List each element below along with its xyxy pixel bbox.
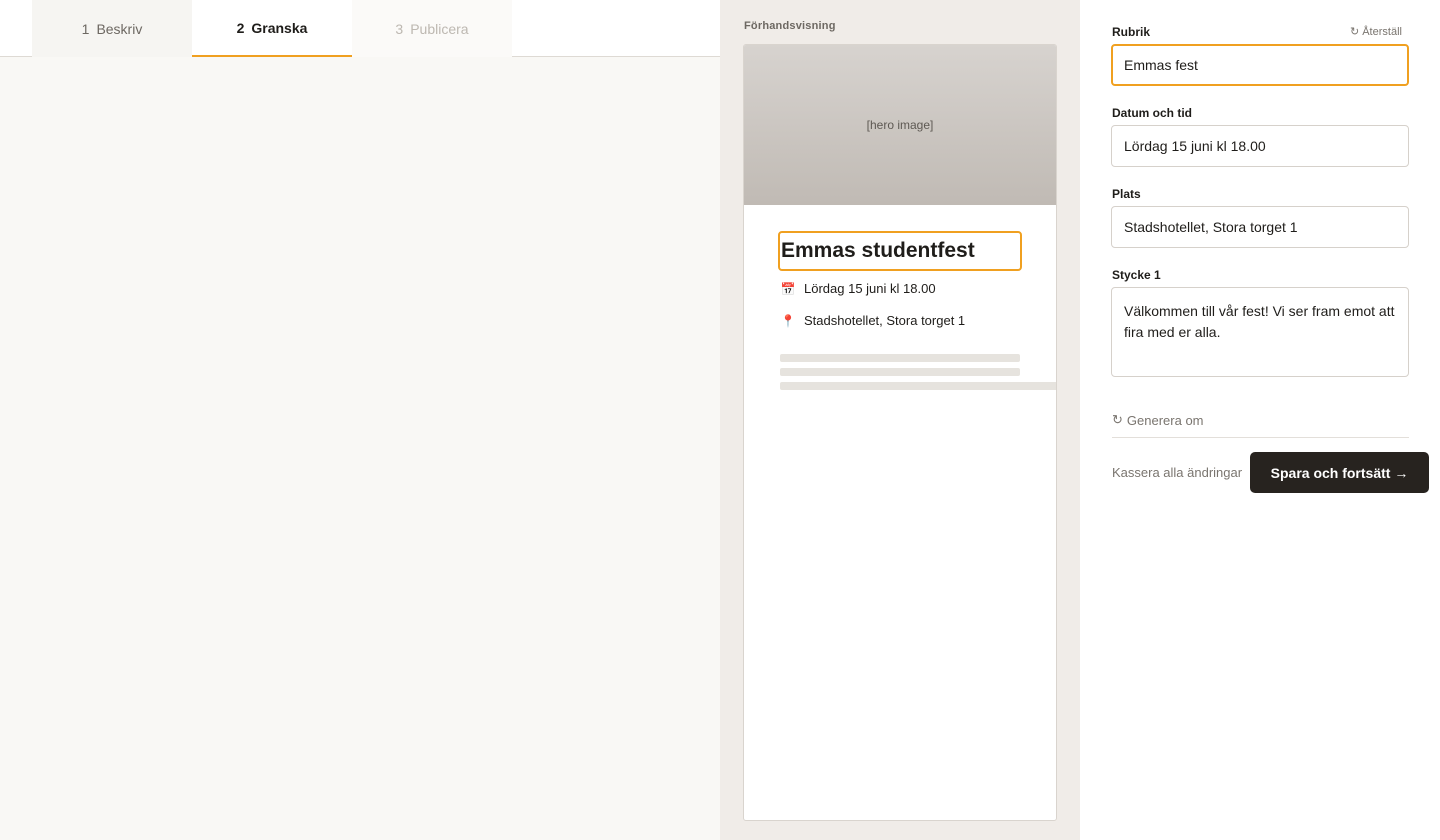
tab-beskriv[interactable]: 1 Beskriv — [32, 0, 192, 57]
preview-phone: [hero image] Emmas studentfest 📅 Lördag … — [743, 44, 1057, 821]
plats-label: Plats — [1112, 187, 1141, 201]
text-placeholder-line — [780, 368, 1020, 376]
pin-icon: 📍 — [780, 313, 796, 328]
text-placeholder-line — [780, 382, 1056, 390]
reset-button[interactable]: ↻ Återställ — [1350, 25, 1402, 39]
tab-label: Beskriv — [96, 20, 143, 37]
datum-input[interactable]: Lördag 15 juni kl 18.00 — [1111, 125, 1409, 167]
reset-label: Återställ — [1362, 25, 1402, 38]
rubrik-input[interactable]: Emmas fest — [1111, 44, 1409, 86]
regenerate-label: Generera om — [1126, 412, 1204, 428]
hero-image: [hero image] — [744, 45, 1056, 205]
preview-title[interactable]: Emmas studentfest — [778, 231, 1022, 271]
tab-number: 1 — [81, 20, 90, 37]
tab-publicera[interactable]: 3 Publicera — [352, 0, 512, 57]
preview-label: Förhandsvisning — [744, 20, 836, 32]
plats-input[interactable]: Stadshotellet, Stora torget 1 — [1111, 206, 1409, 248]
text-placeholder-line — [780, 354, 1020, 362]
rubrik-label: Rubrik — [1112, 25, 1151, 39]
tab-label: Granska — [251, 19, 308, 36]
stycke-textarea[interactable]: Välkommen till vår fest! Vi ser fram emo… — [1111, 287, 1409, 377]
step-tabs: 1 Beskriv 2 Granska 3 Publicera — [0, 0, 720, 57]
main-canvas — [0, 0, 720, 840]
tab-granska[interactable]: 2 Granska — [192, 0, 352, 57]
divider — [1112, 437, 1409, 438]
hero-placeholder: [hero image] — [866, 118, 934, 132]
tab-label: Publicera — [410, 20, 469, 37]
preview-place: 📍 Stadshotellet, Stora torget 1 — [780, 313, 966, 328]
preview-date-text: Lördag 15 juni kl 18.00 — [804, 281, 936, 296]
tab-number: 2 — [236, 19, 245, 36]
discard-button[interactable]: Kassera alla ändringar — [1112, 465, 1242, 480]
preview-date: 📅 Lördag 15 juni kl 18.00 — [780, 281, 936, 296]
datum-label: Datum och tid — [1112, 106, 1192, 120]
regenerate-button[interactable]: ↻ Generera om — [1112, 412, 1204, 428]
calendar-icon: 📅 — [780, 281, 796, 296]
save-continue-button[interactable]: Spara och fortsätt → — [1250, 452, 1429, 493]
stycke-label: Stycke 1 — [1112, 268, 1161, 282]
reset-icon: ↻ — [1350, 26, 1360, 38]
tab-number: 3 — [395, 20, 404, 37]
preview-place-text: Stadshotellet, Stora torget 1 — [804, 313, 966, 328]
regenerate-icon: ↻ — [1112, 412, 1123, 427]
